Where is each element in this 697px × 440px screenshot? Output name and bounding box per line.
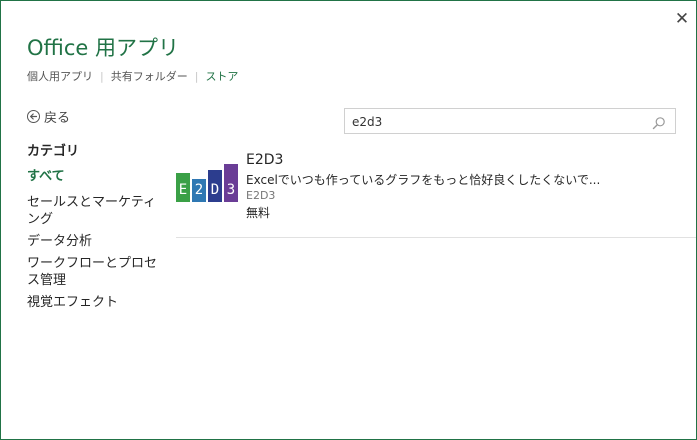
- category-workflow-process[interactable]: ワークフローとプロセス管理: [27, 255, 167, 289]
- app-price: 無料: [246, 206, 271, 220]
- category-data-analysis[interactable]: データ分析: [27, 233, 167, 250]
- category-sidebar: カテゴリ すべて セールスとマーケティング データ分析 ワークフローとプロセス管…: [27, 140, 167, 316]
- category-all[interactable]: すべて: [27, 168, 167, 185]
- dialog-title: Office 用アプリ: [27, 36, 179, 60]
- back-arrow-icon: [27, 110, 40, 123]
- store-nav: 個人用アプリ | 共有フォルダー | ストア: [27, 68, 238, 84]
- nav-my-apps-link[interactable]: 個人用アプリ: [27, 70, 93, 83]
- back-button[interactable]: 戻る: [27, 107, 70, 126]
- nav-separator: |: [194, 70, 199, 83]
- app-name: E2D3: [246, 152, 284, 168]
- app-description: Excelでいつも作っているグラフをもっと恰好良くしたくないで...: [246, 173, 601, 187]
- e2d3-logo: E 2 D 3: [176, 164, 238, 202]
- close-button[interactable]: ✕: [672, 9, 692, 29]
- result-divider: [176, 237, 696, 238]
- logo-letter: 2: [195, 182, 203, 198]
- nav-store-link[interactable]: ストア: [205, 70, 238, 83]
- nav-shared-folder-link[interactable]: 共有フォルダー: [111, 70, 188, 83]
- search-icon[interactable]: [652, 115, 666, 130]
- app-publisher: E2D3: [246, 189, 276, 202]
- store-dialog: ✕ Office 用アプリ 個人用アプリ | 共有フォルダー | ストア 戻る カテゴリ…: [0, 0, 697, 440]
- category-sales-marketing[interactable]: セールスとマーケティング: [27, 194, 167, 228]
- logo-letter: E: [179, 182, 187, 198]
- search-input[interactable]: [350, 113, 644, 131]
- app-result-item[interactable]: E 2 D 3 E2D3 Excelでいつも作っているグラフをもっと恰好良くした…: [176, 152, 696, 237]
- search-box: [344, 108, 676, 134]
- nav-separator: |: [100, 70, 104, 83]
- back-label: 戻る: [44, 111, 71, 126]
- logo-letter: D: [211, 182, 219, 198]
- category-visual-effects[interactable]: 視覚エフェクト: [27, 294, 167, 311]
- category-heading: カテゴリ: [27, 144, 80, 159]
- logo-letter: 3: [227, 182, 235, 198]
